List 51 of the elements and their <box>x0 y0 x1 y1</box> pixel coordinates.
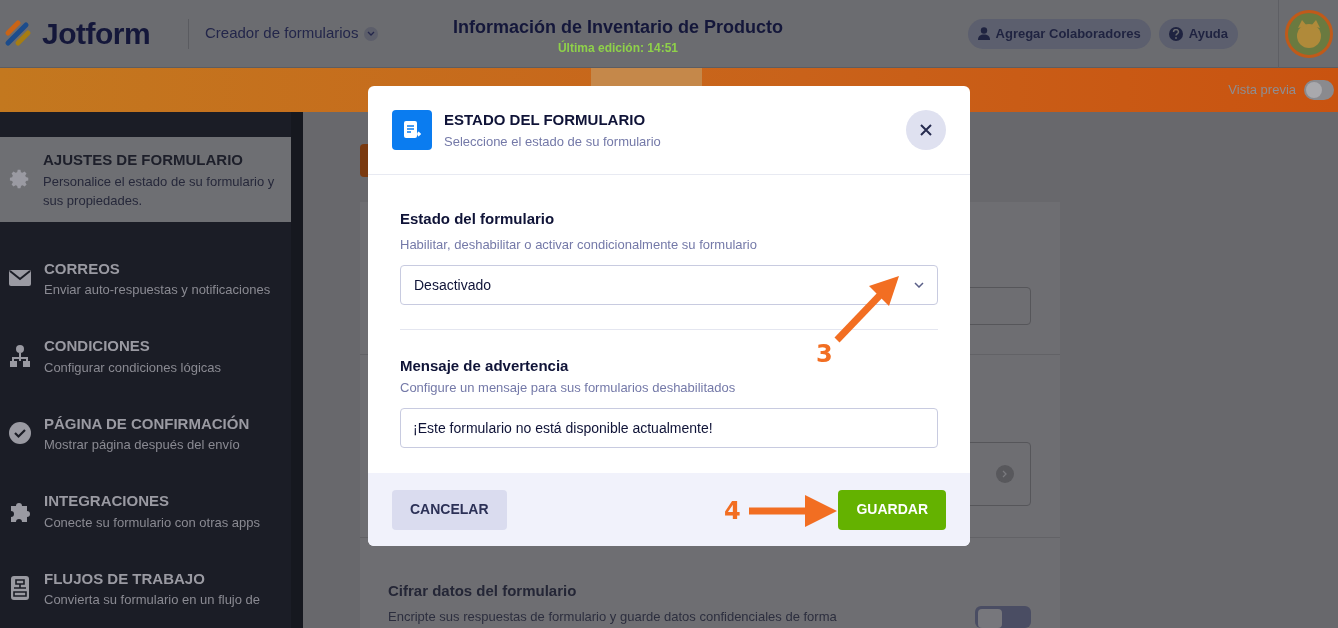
sidebar-item-description: Mostrar página después del envío <box>44 436 241 454</box>
field-hint: Configure un mensaje para sus formularios deshabilitados <box>400 378 737 397</box>
person-icon <box>977 27 990 40</box>
sidebar-item-description: Conecte su formulario con otras apps <box>44 513 261 532</box>
close-icon <box>920 124 932 136</box>
last-edit-time: Última edición: 14:51 <box>557 41 678 54</box>
sidebar-item-title: AJUSTES DE FORMULARIO <box>43 150 244 170</box>
dialog-title: ESTADO DEL FORMULARIO <box>444 110 647 130</box>
setting-title: Cifrar datos del formulario <box>388 581 578 601</box>
gear-icon <box>8 168 31 191</box>
form-icon <box>392 110 432 150</box>
mail-icon <box>9 269 31 288</box>
sidebar-item[interactable]: FLUJOS DE TRABAJO Convierta su formulario en un flujo de <box>0 567 291 609</box>
sidebar-item[interactable]: INTEGRACIONES Conecte su formulario con otras apps <box>0 490 291 532</box>
preview-label: Vista previa <box>1228 81 1296 100</box>
dialog-subtitle: Seleccione el estado de su formulario <box>444 132 661 151</box>
sidebar-item-description: Configurar condiciones lógicas <box>44 358 222 377</box>
setting-description: Encripte sus respuestas de formulario y guarde datos confidenciales de forma <box>388 607 838 626</box>
sidebar-item-title: CORREOS <box>44 258 121 279</box>
step-number: 3 <box>816 342 833 366</box>
form-title: Información de Inventario de Producto <box>452 15 783 39</box>
sidebar-item[interactable]: PÁGINA DE CONFIRMACIÓN Mostrar página después del envío <box>0 412 291 454</box>
field-hint: Habilitar, deshabilitar o activar condicionalmente su formulario <box>400 235 758 254</box>
sidebar-item[interactable]: CORREOS Enviar auto-respuestas y notificaciones <box>0 257 291 299</box>
sidebar-item-description: Personalice el estado de su formulario y sus propiedades. <box>43 172 276 210</box>
chevron-right-icon <box>996 465 1014 483</box>
avatar[interactable] <box>1284 9 1333 58</box>
sidebar-item-title: PÁGINA DE CONFIRMACIÓN <box>44 413 250 434</box>
sidebar-item-description: Convierta su formulario en un flujo de <box>44 591 261 609</box>
close-button[interactable] <box>906 110 946 150</box>
sidebar-item-title: FLUJOS DE TRABAJO <box>44 568 206 589</box>
hierarchy-icon <box>10 344 30 367</box>
brand-name: Jotform <box>42 16 151 52</box>
message-field[interactable]: ¡Este formulario no está disponible actualmente! <box>400 408 938 448</box>
cancel-button[interactable]: CANCELAR <box>392 489 507 530</box>
step-number: 4 <box>724 499 741 523</box>
help-icon <box>1168 26 1183 41</box>
check-circle-icon <box>9 422 31 445</box>
chevron-down-icon <box>914 282 924 288</box>
workflow-icon <box>11 576 29 601</box>
status-select[interactable]: Desactivado <box>400 265 938 305</box>
sidebar-item-title: CONDICIONES <box>44 336 151 356</box>
sidebar-item[interactable]: AJUSTES DE FORMULARIO Personalice el estado de su formulario y sus propiedades. <box>0 137 291 222</box>
sidebar-item-title: INTEGRACIONES <box>44 491 170 511</box>
sidebar-item-description: Enviar auto-respuestas y notificaciones <box>44 281 271 299</box>
sidebar-item[interactable]: CONDICIONES Configurar condiciones lógicas <box>0 335 291 377</box>
chevron-icon <box>364 26 379 41</box>
field-label: Estado del formulario <box>400 209 556 229</box>
encrypt-toggle[interactable] <box>975 606 1031 628</box>
preview-toggle[interactable] <box>1304 80 1334 100</box>
field-label: Mensaje de advertencia <box>400 356 570 376</box>
